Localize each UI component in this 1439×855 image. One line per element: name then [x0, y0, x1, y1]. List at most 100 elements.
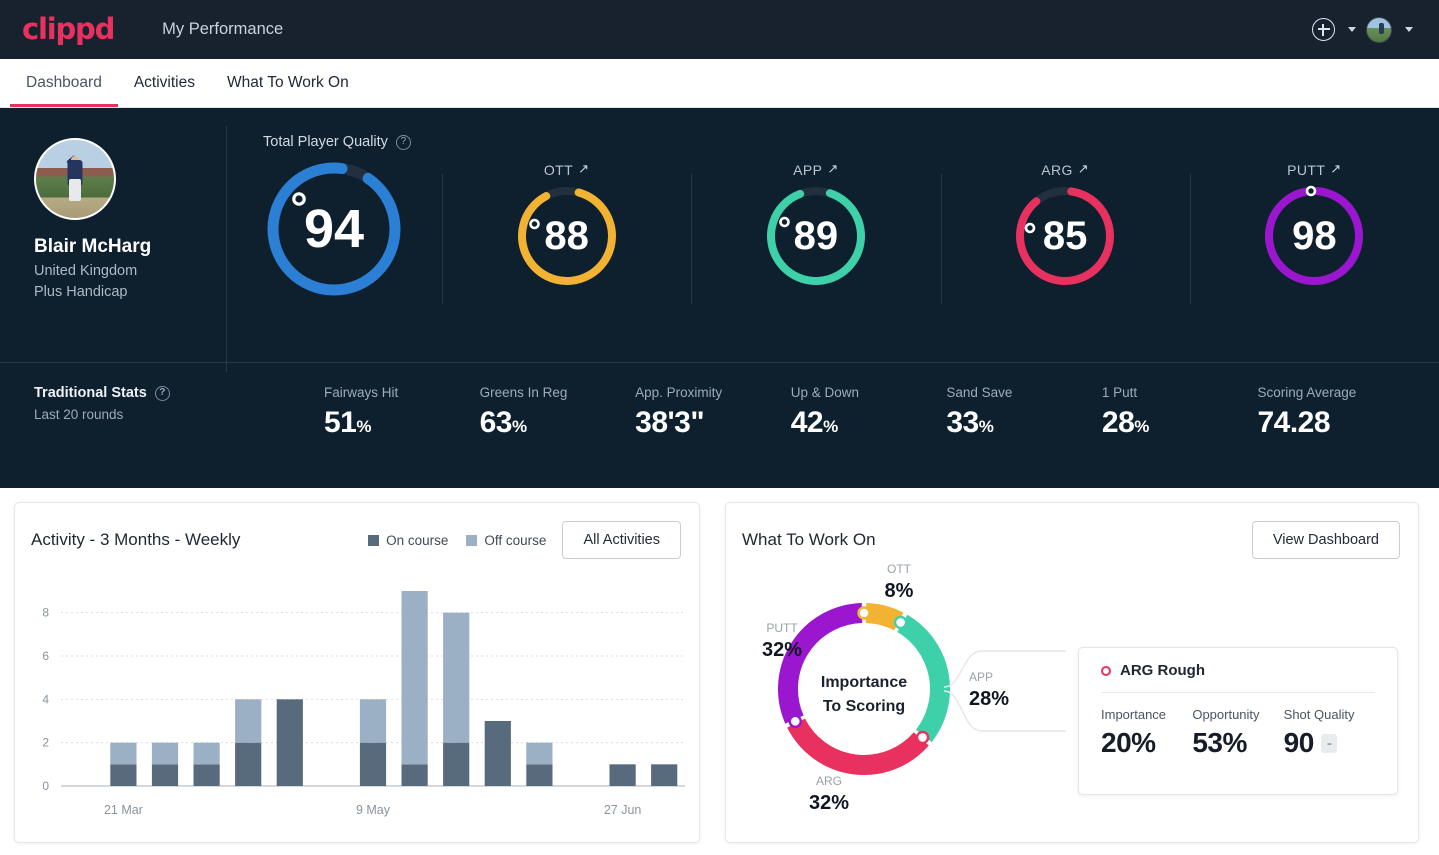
svg-text:21 Mar: 21 Mar	[104, 803, 143, 817]
tab-dashboard[interactable]: Dashboard	[10, 59, 118, 107]
stat-number: 42	[790, 406, 824, 439]
gauge-ring-total: 94	[263, 158, 405, 300]
clippd-logo[interactable]: clippd	[22, 15, 115, 44]
stat-number: 63	[479, 406, 513, 439]
legend-label-on-course: On course	[386, 532, 449, 548]
detail-card-arg-rough[interactable]: ARG Rough Importance 20% Opportunity 53%…	[1078, 647, 1398, 795]
gauge-value-arg: 85	[1042, 213, 1088, 258]
svg-text:6: 6	[42, 649, 49, 663]
gauge-putt[interactable]: PUTT ↗ 98	[1189, 152, 1439, 304]
stat-number: 33	[946, 406, 979, 439]
what-to-work-on-card: What To Work On View Dashboard Importanc…	[725, 502, 1419, 843]
golfer-avatar[interactable]	[34, 138, 116, 220]
player-profile: Blair McHarg United Kingdom Plus Handica…	[0, 108, 226, 362]
chevron-down-icon-add[interactable]	[1348, 27, 1356, 32]
gauge-app-caption: APP ↗	[793, 161, 839, 178]
stat-sand-save: Sand Save 33%	[946, 385, 1102, 440]
plus-circle-icon[interactable]	[1312, 18, 1335, 41]
gauge-row: 94 OTT ↗ 88 APP ↗ 89 ARG ↗ 85 PUTT ↗ 98	[226, 152, 1439, 304]
svg-text:8: 8	[42, 606, 49, 620]
stat-value: 38'3"	[635, 406, 791, 440]
gauge-value-ott: 88	[544, 213, 589, 258]
tab-bar: Dashboard Activities What To Work On	[0, 59, 1439, 108]
gauge-ott-caption: OTT ↗	[543, 161, 590, 178]
wtwo-card-title: What To Work On	[742, 530, 876, 549]
total-player-quality-text: Total Player Quality	[263, 134, 388, 150]
total-player-quality-label: Total Player Quality ?	[263, 134, 1439, 150]
detail-card-title-row: ARG Rough	[1101, 662, 1375, 679]
stat-label: Scoring Average	[1257, 385, 1357, 400]
detail-metric-label: Opportunity	[1192, 707, 1260, 722]
detail-metric-value: 53%	[1192, 727, 1283, 759]
detail-metric-label: Shot Quality	[1283, 707, 1355, 722]
stat-number: 74.28	[1257, 406, 1331, 439]
stat-greens-in-reg: Greens In Reg 63%	[480, 385, 636, 440]
stat-unit: %	[823, 417, 838, 436]
view-dashboard-button[interactable]: View Dashboard	[1251, 521, 1400, 559]
arrow-up-right-icon-putt: ↗	[1330, 161, 1342, 176]
detail-metric-number: 90	[1283, 727, 1315, 758]
activity-legend: On course Off course	[368, 533, 546, 548]
performance-hero-panel: Blair McHarg United Kingdom Plus Handica…	[0, 108, 1439, 488]
arrow-up-right-icon-ott: ↗	[578, 161, 590, 176]
stat-fairways-hit: Fairways Hit 51%	[324, 385, 480, 440]
all-activities-button[interactable]: All Activities	[562, 521, 681, 559]
wtwo-body: Importance To Scoring OTT 8% APP 28% ARG 32% PUT…	[726, 559, 1418, 855]
gauge-ring-ott: 88	[515, 184, 619, 288]
stat-unit: %	[356, 417, 371, 436]
stat-scoring-average: Scoring Average 74.28	[1257, 385, 1413, 440]
svg-text:ARG: ARG	[816, 774, 842, 788]
stat-up-and-down: Up & Down 42%	[791, 385, 947, 440]
dashboard-bottom-row: Activity - 3 Months - Weekly On course O…	[0, 488, 1439, 843]
legend-off-course: Off course	[466, 533, 546, 548]
detail-metric-shot-quality: Shot Quality 90 -	[1284, 707, 1375, 759]
gauge-total-player-quality[interactable]: 94	[226, 152, 442, 300]
stat-value: 33%	[946, 406, 1102, 440]
svg-text:Importance: Importance	[821, 674, 907, 691]
circle-outline-icon	[1101, 665, 1111, 676]
stat-app-proximity: App. Proximity 38'3"	[635, 385, 791, 440]
svg-text:PUTT: PUTT	[766, 621, 798, 635]
stat-value: 51%	[324, 406, 480, 440]
legend-swatch-off-course	[466, 534, 478, 546]
traditional-stats-subtitle: Last 20 rounds	[34, 407, 124, 422]
svg-text:0: 0	[42, 779, 49, 793]
top-navigation-bar: clippd My Performance	[0, 0, 1439, 59]
stat-number: 51	[324, 406, 357, 439]
stat-label: Up & Down	[790, 385, 860, 400]
stat-unit: %	[511, 417, 527, 436]
stat-value: 74.28	[1257, 406, 1413, 440]
question-circle-icon-stats[interactable]: ?	[154, 385, 170, 401]
stat-value: 28%	[1102, 406, 1258, 440]
stat-value: 42%	[791, 406, 947, 440]
gauge-arg-label: ARG	[1041, 162, 1073, 178]
gauge-app-label: APP	[793, 162, 823, 178]
tab-dashboard-label: Dashboard	[26, 74, 102, 91]
activity-bar-chart: 0 2 4 6 8 21 Mar 9 May 27 Jun	[15, 581, 699, 831]
gauge-value-app: 89	[793, 213, 839, 258]
detail-metric-number: 20%	[1101, 727, 1156, 758]
svg-text:OTT: OTT	[887, 562, 912, 576]
chevron-down-icon-profile[interactable]	[1405, 27, 1413, 32]
gauge-app[interactable]: APP ↗ 89	[691, 152, 940, 304]
svg-text:32%: 32%	[809, 792, 849, 814]
arrow-up-right-icon-app: ↗	[827, 161, 839, 176]
detail-metric-label: Importance	[1101, 707, 1167, 722]
player-country: United Kingdom	[34, 263, 138, 279]
tab-activities[interactable]: Activities	[118, 59, 211, 107]
svg-text:4: 4	[42, 692, 49, 706]
stat-value: 63%	[480, 406, 636, 440]
user-avatar[interactable]	[1366, 16, 1392, 43]
tab-what-to-work-on[interactable]: What To Work On	[211, 59, 365, 107]
detail-metric-value: 90 -	[1284, 727, 1375, 759]
player-handicap: Plus Handicap	[34, 284, 128, 300]
gauge-value-putt: 98	[1292, 213, 1337, 258]
question-circle-icon-tpq[interactable]: ?	[395, 134, 411, 150]
gauge-ott[interactable]: OTT ↗ 88	[442, 152, 691, 304]
gauge-ring-putt: 98	[1262, 184, 1366, 288]
activity-card-title: Activity - 3 Months - Weekly	[31, 530, 241, 549]
detail-metric-badge: -	[1320, 733, 1338, 753]
gauge-ott-label: OTT	[543, 162, 574, 178]
svg-text:To Scoring: To Scoring	[823, 698, 905, 715]
gauge-arg[interactable]: ARG ↗ 85	[940, 152, 1190, 304]
